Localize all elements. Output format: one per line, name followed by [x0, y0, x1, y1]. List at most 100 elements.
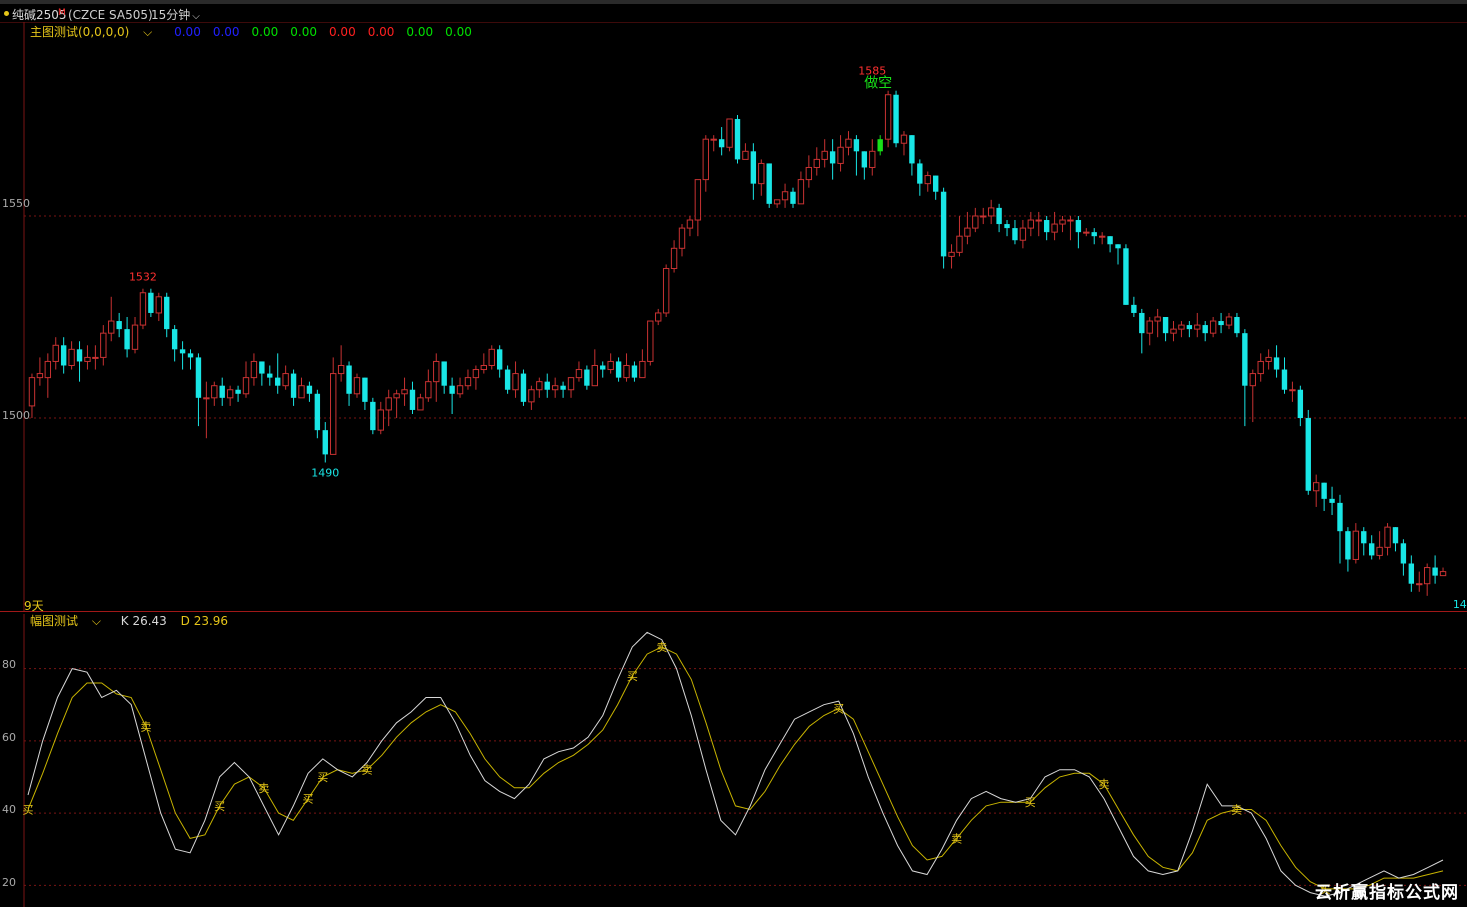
candle-body-down [496, 349, 503, 370]
buy-signal-label: 买 [1025, 796, 1036, 809]
candle-body-down [346, 365, 352, 394]
candle-body-up [512, 373, 519, 391]
candle-body-down [164, 296, 170, 330]
candle-body-down [370, 401, 376, 431]
short-signal-label: 做空 [864, 76, 892, 92]
sell-signal-label: 卖 [656, 641, 667, 654]
oscillator-chart[interactable]: 买买买买买买买买卖卖卖卖卖卖卖 [0, 614, 1467, 907]
candle-body-down [1321, 482, 1327, 499]
candle-body-down [195, 357, 202, 398]
candle-body-down [734, 118, 741, 160]
candle-body-down [267, 373, 273, 378]
candle-body-down [750, 151, 757, 184]
candle-body-up [464, 377, 472, 387]
candle-body-down [1273, 357, 1280, 370]
candle-body-down [1432, 567, 1438, 576]
candle-body-down [504, 369, 511, 390]
sell-signal-label: 卖 [140, 720, 151, 733]
candle-body-down [1115, 244, 1121, 249]
buy-signal-label: 买 [214, 800, 225, 813]
candle-body-up [528, 389, 535, 403]
candle-body-up [353, 377, 361, 395]
candle-body-up [1154, 316, 1161, 322]
candle-body-down [179, 349, 186, 354]
sell-signal-label: 卖 [951, 832, 962, 845]
buy-signal-label: 买 [833, 702, 844, 715]
candle-body-down [409, 389, 416, 410]
candle-body-down [1131, 304, 1137, 313]
status-dot [4, 11, 9, 16]
sell-signal-label: 卖 [258, 782, 269, 795]
candle-body-up [1194, 324, 1201, 330]
candle-body-down [1091, 232, 1097, 237]
candle-body-up [1289, 389, 1296, 392]
candle-body-down [861, 151, 868, 168]
candle-body-up [1178, 324, 1185, 330]
candle-body-up [1067, 219, 1074, 222]
candle-body-up [987, 207, 995, 217]
candle-body-up [68, 348, 75, 366]
candle-body-down [829, 151, 836, 164]
candle-body-down [1012, 228, 1018, 241]
candle-body-up [964, 227, 971, 237]
candle-body-up [1035, 219, 1042, 222]
candle-body-up [702, 138, 709, 181]
candle-body-up [108, 320, 115, 334]
candle-body-up [805, 166, 813, 181]
candle-body-up [1019, 227, 1027, 241]
main-y-label-1550: 1550 [2, 197, 30, 210]
candle-body-up [330, 373, 337, 455]
candle-body-down [1242, 333, 1248, 386]
candle-body-up [536, 381, 543, 391]
candle-body-down [520, 373, 527, 402]
candle-body-up [1423, 567, 1431, 585]
header-bar: 纯碱2505 M (CZCE SA505) 15分钟 ⌵ [0, 0, 1467, 22]
candle-body-down [259, 361, 265, 374]
candle-body-down [1162, 317, 1169, 334]
candle-body-down [1392, 527, 1399, 544]
candle-body-down [60, 345, 67, 366]
candle-body-down [877, 139, 883, 152]
candle-body-down [290, 373, 297, 398]
candle-body-down [1075, 220, 1082, 233]
candle-body-up [1416, 583, 1423, 586]
candle-body-down [893, 94, 899, 144]
candle-body-down [718, 139, 725, 148]
candle-body-up [575, 369, 583, 379]
candle-body-up [242, 377, 250, 395]
candle-body-up [84, 356, 91, 362]
candle-body-down [631, 365, 638, 378]
low-price-label: 1457 [1453, 598, 1467, 611]
candle-body-down [1345, 531, 1351, 560]
candle-body-down [1123, 248, 1129, 305]
day-count-label: 9天 [24, 599, 44, 613]
candle-body-down [219, 385, 225, 398]
candle-body-down [1361, 531, 1367, 544]
sell-signal-label: 卖 [362, 764, 373, 777]
candle-body-up [980, 215, 987, 218]
candle-body-up [203, 397, 210, 400]
buy-signal-label: 买 [23, 803, 34, 816]
candle-body-down [1004, 224, 1010, 229]
candle-body-down [584, 369, 590, 386]
candle-body-up [28, 377, 36, 407]
candle-body-up [1439, 571, 1447, 577]
candle-body-up [1313, 482, 1320, 492]
candle-body-up [282, 373, 289, 387]
candle-body-up [1027, 219, 1035, 229]
main-price-chart[interactable]: 153214901585做空1457做多 [0, 22, 1467, 612]
candle-body-up [155, 296, 162, 314]
candle-body-up [488, 348, 495, 366]
candle-body-up [567, 377, 575, 391]
candle-body-down [1305, 418, 1311, 491]
candle-body-down [1186, 325, 1193, 330]
candle-body-down [322, 430, 328, 455]
candle-body-up [869, 150, 876, 168]
sub-y-label-20: 20 [2, 876, 16, 889]
main-y-label-1500: 1500 [2, 409, 30, 422]
candle-body-down [306, 385, 313, 394]
candle-body-down [148, 292, 154, 313]
candle-body-down [1368, 543, 1375, 556]
candle-body-up [1083, 231, 1090, 234]
candle-body-up [655, 312, 662, 322]
